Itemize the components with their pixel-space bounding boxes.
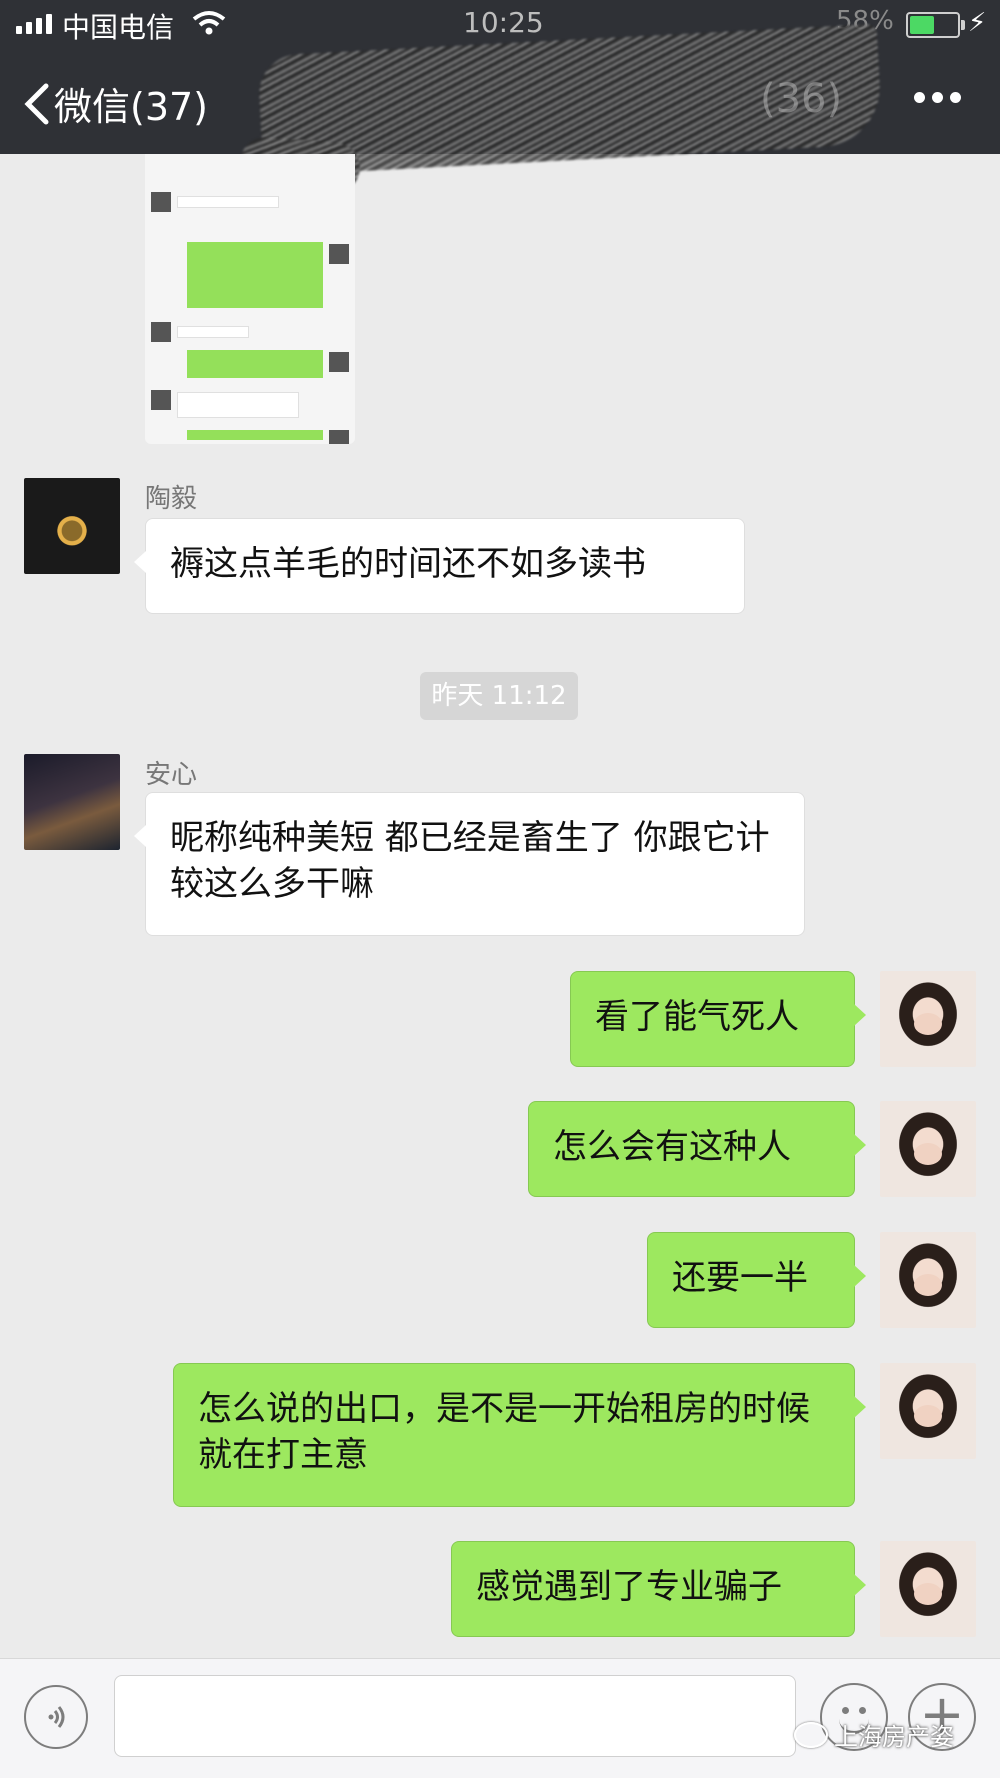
shared-screenshot-image[interactable] bbox=[145, 154, 355, 444]
clock: 10:25 bbox=[463, 6, 544, 39]
chat-title[interactable]: (36) bbox=[760, 76, 842, 122]
carrier-label: 中国电信 bbox=[62, 11, 175, 44]
top-bar: 中国电信 10:25 58% ⚡ 微信(37) (36) bbox=[0, 0, 1000, 177]
message-bubble[interactable]: 怎么会有这种人 bbox=[528, 1101, 866, 1197]
wechat-logo-icon bbox=[794, 1721, 828, 1748]
charging-icon: ⚡ bbox=[968, 8, 987, 38]
back-label: 微信(37) bbox=[54, 85, 209, 129]
message-bubble[interactable]: 看了能气死人 bbox=[570, 971, 866, 1067]
watermark-text: 上海房产姿 bbox=[834, 1723, 954, 1751]
message-bubble[interactable]: 感觉遇到了专业骗子 bbox=[451, 1541, 866, 1637]
avatar[interactable] bbox=[880, 1363, 976, 1459]
avatar[interactable] bbox=[880, 971, 976, 1067]
message-bubble[interactable]: 怎么说的出口，是不是一开始租房的时候就在打主意 bbox=[173, 1363, 866, 1507]
sender-name: 陶毅 bbox=[145, 484, 198, 514]
message-bubble[interactable]: 褥这点羊毛的时间还不如多读书 bbox=[134, 518, 745, 614]
avatar[interactable] bbox=[24, 754, 120, 850]
voice-icon[interactable] bbox=[24, 1685, 88, 1749]
message-input[interactable] bbox=[114, 1675, 796, 1757]
sender-name: 安心 bbox=[145, 760, 198, 790]
message-bubble[interactable]: 还要一半 bbox=[647, 1232, 866, 1328]
more-dots-icon[interactable] bbox=[914, 92, 961, 103]
watermark: 上海房产姿 bbox=[794, 1717, 954, 1752]
input-bar: + 上海房产姿 bbox=[0, 1658, 1000, 1778]
wifi-icon bbox=[192, 10, 226, 40]
avatar[interactable] bbox=[24, 478, 120, 574]
back-button[interactable]: 微信(37) bbox=[22, 76, 208, 131]
avatar[interactable] bbox=[880, 1101, 976, 1197]
message-bubble[interactable]: 昵称纯种美短 都已经是畜生了 你跟它计较这么多干嘛 bbox=[134, 792, 805, 936]
avatar[interactable] bbox=[880, 1232, 976, 1328]
signal-icon bbox=[16, 14, 52, 34]
chevron-left-icon bbox=[24, 83, 49, 124]
timestamp: 昨天 11:12 bbox=[420, 672, 578, 720]
avatar[interactable] bbox=[880, 1541, 976, 1637]
battery-icon bbox=[906, 12, 965, 38]
